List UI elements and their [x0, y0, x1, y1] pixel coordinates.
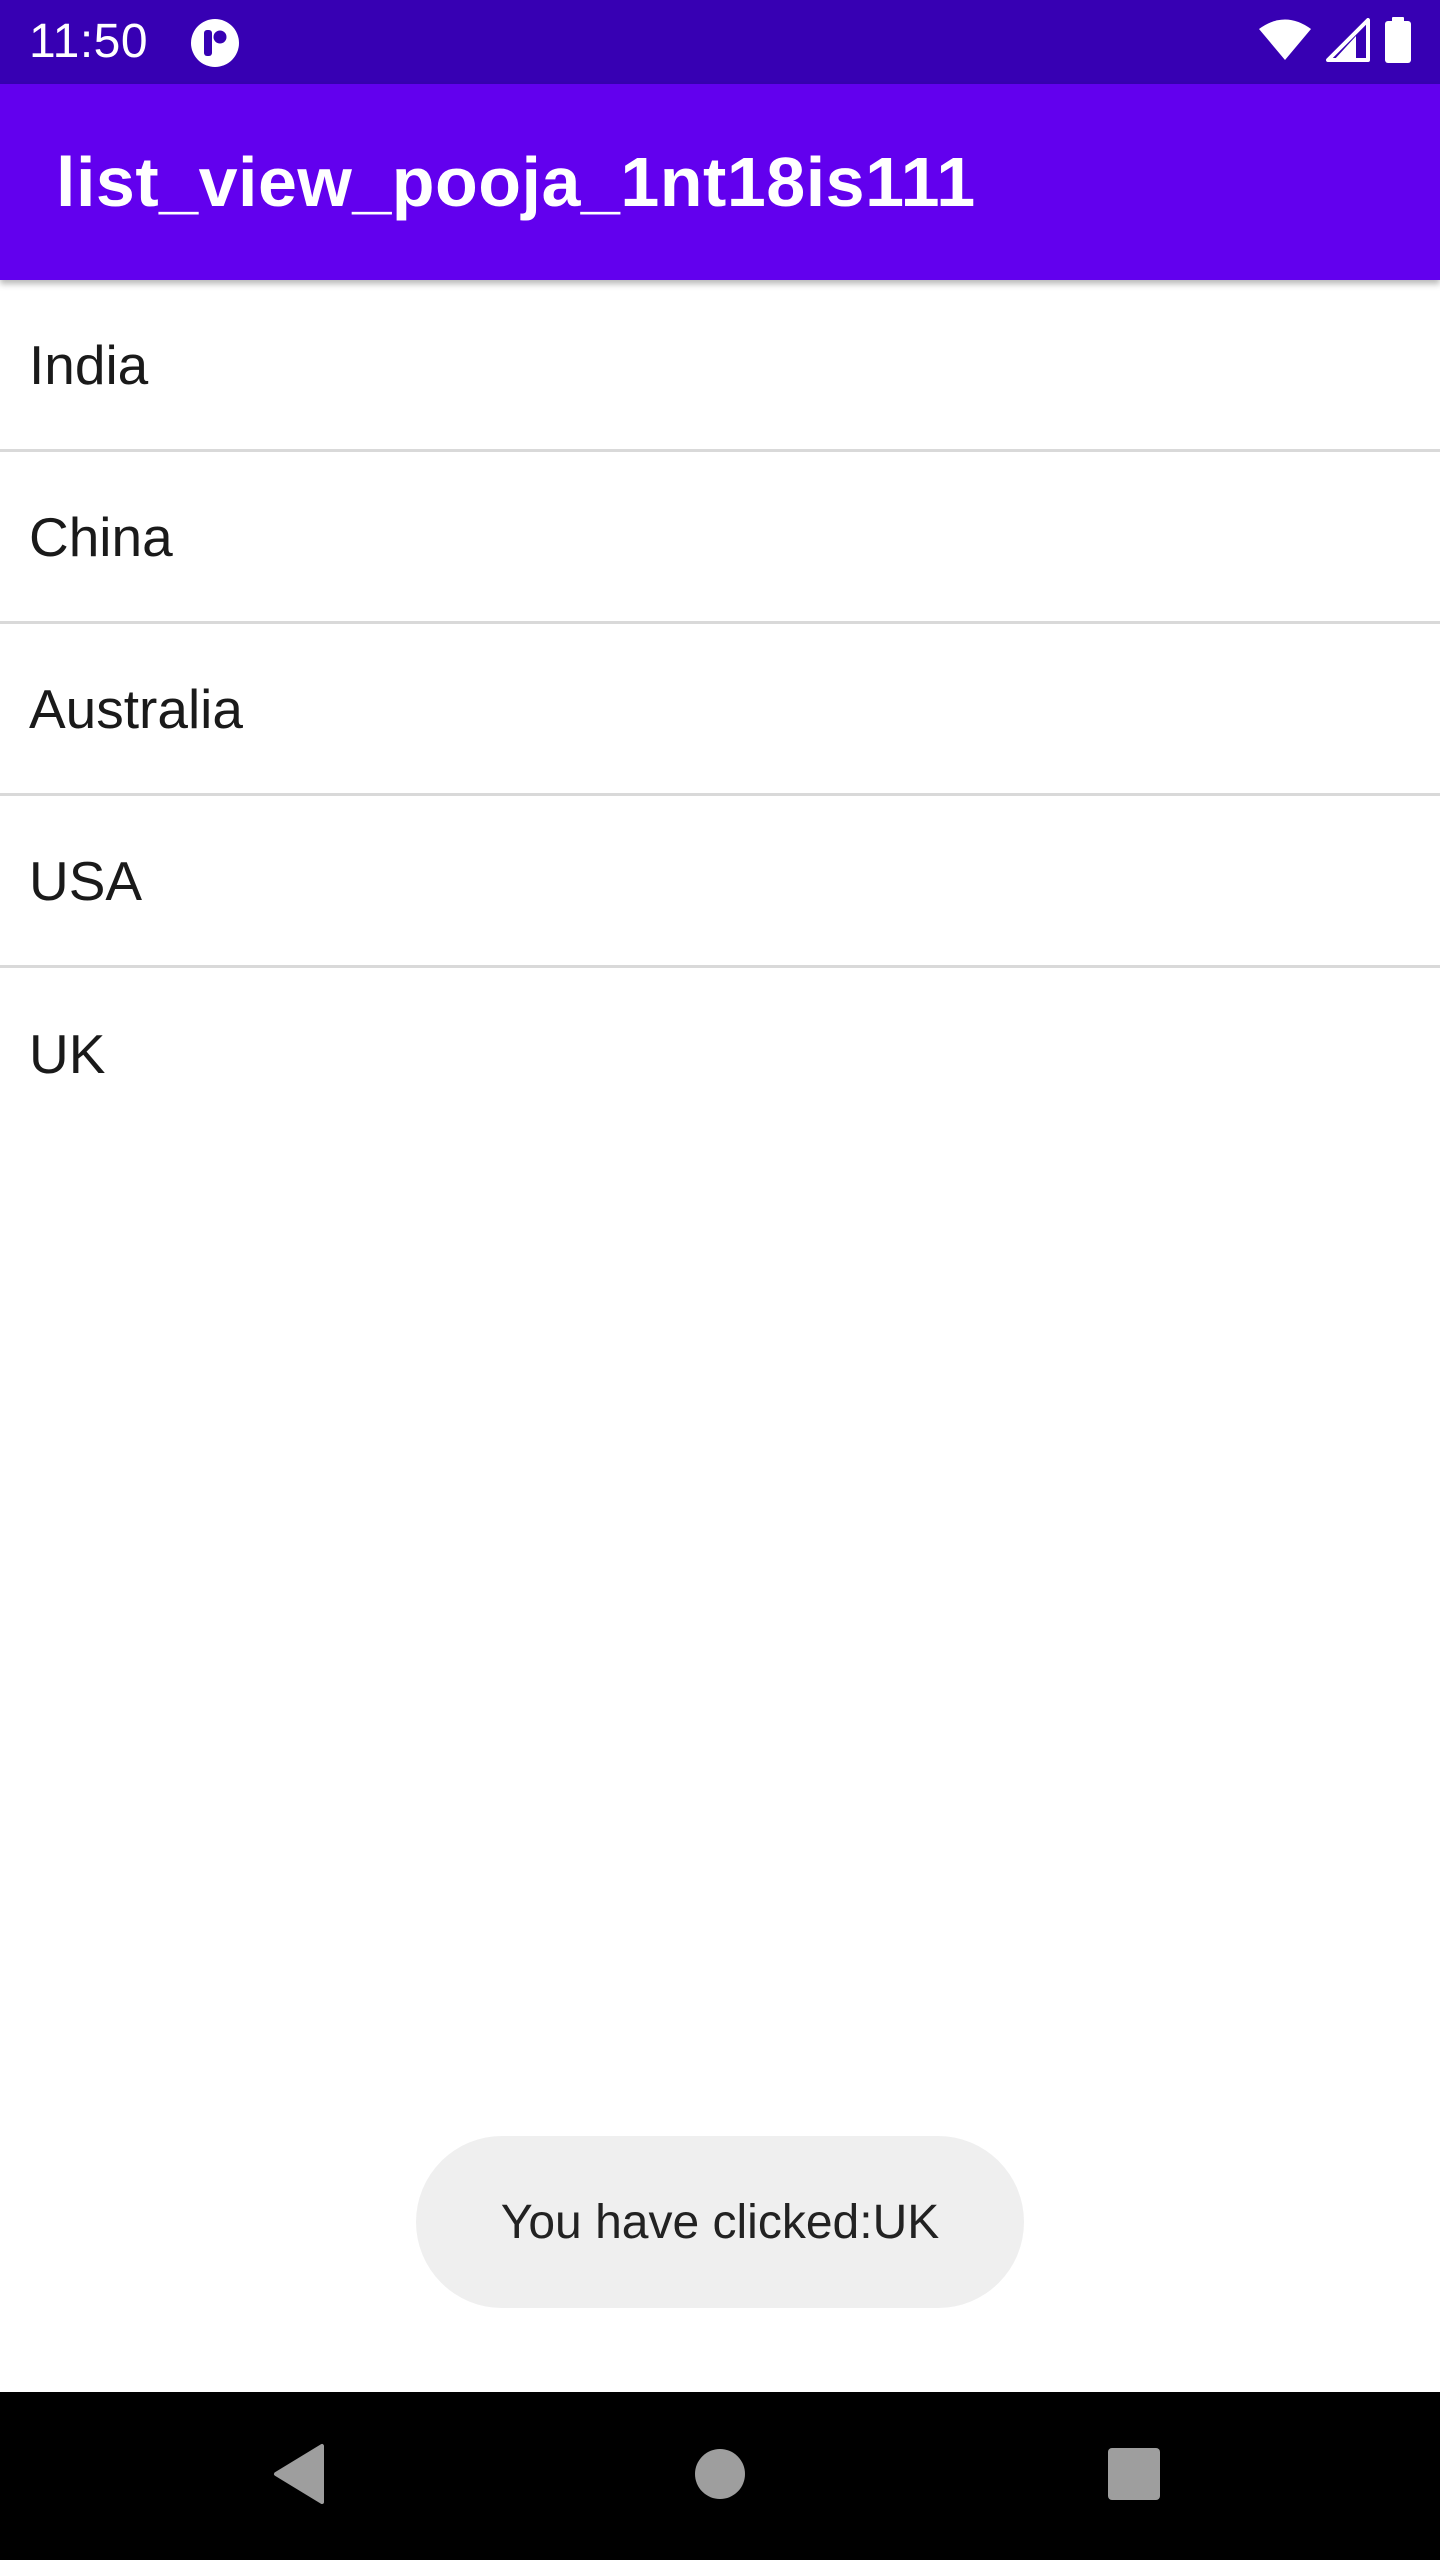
recents-button[interactable] — [1034, 2392, 1234, 2560]
list-item[interactable]: UK — [0, 968, 1440, 1140]
list-item-label: China — [29, 505, 173, 568]
back-icon — [270, 2442, 330, 2511]
navigation-bar — [0, 2392, 1440, 2560]
toast-text: You have clicked:UK — [500, 2195, 940, 2249]
back-button[interactable] — [200, 2392, 400, 2560]
list-item[interactable]: Australia — [0, 624, 1440, 796]
wifi-icon — [1258, 18, 1312, 67]
home-button[interactable] — [620, 2392, 820, 2560]
list-item-label: Australia — [29, 677, 243, 740]
country-list: India China Australia USA UK — [0, 280, 1440, 1140]
list-item-label: USA — [29, 849, 143, 912]
list-item-label: India — [29, 333, 149, 396]
list-item-label: UK — [29, 1023, 106, 1085]
app-title: list_view_pooja_1nt18is111 — [56, 143, 976, 221]
list-item[interactable]: USA — [0, 796, 1440, 968]
app-bar: list_view_pooja_1nt18is111 — [0, 84, 1440, 280]
battery-icon — [1384, 16, 1412, 68]
status-icons — [1258, 16, 1412, 68]
home-icon — [694, 2448, 746, 2505]
list-item[interactable]: India — [0, 280, 1440, 452]
cell-signal-icon — [1326, 17, 1370, 67]
app-notification-icon — [190, 18, 240, 68]
recents-icon — [1107, 2447, 1161, 2506]
list-item[interactable]: China — [0, 452, 1440, 624]
toast-message: You have clicked:UK — [416, 2136, 1024, 2308]
status-bar: 11:50 — [0, 0, 1440, 84]
status-time: 11:50 — [29, 15, 149, 68]
